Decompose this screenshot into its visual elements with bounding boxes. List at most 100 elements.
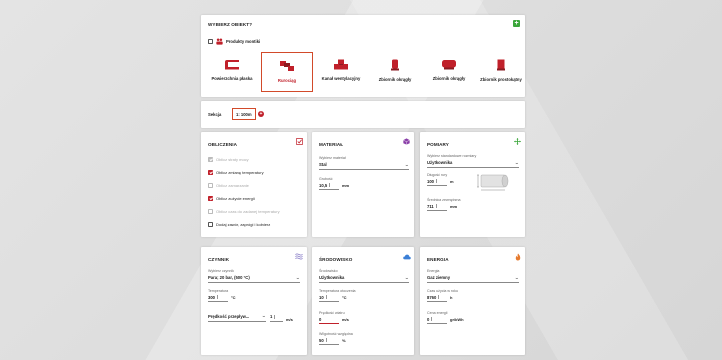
section-tab[interactable]: 1: 100m [232, 108, 256, 120]
add-section-button[interactable]: + [258, 111, 264, 117]
flow-type-value: Prędkość przepływ... [208, 313, 250, 319]
wind-speed-unit: m/s [342, 316, 349, 322]
pipe-length-unit: m [450, 178, 454, 184]
chevron-down-icon: ⌄ [295, 274, 301, 280]
calc-temp-change[interactable]: Oblicz zmianę temperatury [208, 168, 280, 177]
calc-time-to-temp[interactable]: Oblicz czas do zadanej temperatury [208, 207, 280, 216]
pipe-diagram-icon [477, 174, 509, 191]
vent-duct-icon [334, 59, 348, 70]
product-label: Powierzchnia płaska [211, 76, 253, 81]
czynnik-title: CZYNNIK [208, 257, 230, 262]
product-round-tank-horizontal[interactable]: Zbiornik okrągły [423, 59, 475, 81]
chevron-down-icon: ⌄ [514, 274, 520, 280]
chevron-down-icon: ⌄ [514, 159, 520, 165]
calc-label: Oblicz czas do zadanej temperatury [216, 209, 280, 214]
energy-type-select[interactable]: Gaz ziemny ⌄ [427, 274, 520, 283]
std-size-select[interactable]: Użytkownika ⌄ [427, 159, 520, 168]
environment-label: Środowisko [319, 269, 338, 273]
flat-surface-icon [225, 60, 239, 70]
obliczenia-card: OBLICZENIA Oblicz straty mocy Oblicz zmi… [201, 132, 307, 237]
thickness-unit: mm [342, 182, 350, 188]
checklist-icon [296, 138, 303, 145]
calc-label: Oblicz zamarzanie [216, 183, 249, 188]
std-size-label: Wybierz standardowe rozmiary [427, 154, 477, 158]
energia-title: ENERGIA [427, 257, 449, 262]
chevron-down-icon: ⌄ [261, 313, 267, 318]
thickness-input[interactable]: 10,5 [319, 183, 339, 190]
material-type-select[interactable]: Stal ⌄ [319, 161, 410, 170]
outer-diameter-input[interactable]: 711 [427, 204, 447, 211]
checkbox[interactable] [208, 170, 213, 175]
products-group-label: Produkty montiki [226, 39, 261, 44]
outer-diameter-unit: mm [450, 203, 458, 209]
calc-energy-usage[interactable]: Oblicz zużycie energii [208, 194, 280, 203]
wind-speed-input[interactable]: 0 [319, 317, 339, 324]
medium-temp-input[interactable]: 300 [208, 295, 228, 302]
checkbox[interactable] [208, 196, 213, 201]
energy-type-label: Energia [427, 269, 440, 273]
medium-temp-unit: °C [231, 294, 236, 300]
environment-select[interactable]: Użytkownika ⌄ [319, 274, 410, 283]
pipe-length-label: Długość rury [427, 173, 448, 177]
ambient-temp-label: Temperatura otoczenia [319, 289, 356, 293]
people-icon [216, 38, 223, 45]
energy-price-label: Cena energii [427, 311, 448, 315]
product-pipeline[interactable]: Rurociąg [261, 52, 313, 92]
thickness-label: Grubość [319, 177, 333, 181]
usage-time-unit: h [450, 294, 453, 300]
pipeline-icon [280, 61, 294, 71]
object-select-title: WYBIERZ OBIEKT? [208, 22, 253, 27]
medium-temp-label: Temperatura [208, 289, 229, 293]
checkbox[interactable] [208, 157, 213, 162]
chevron-down-icon: ⌄ [404, 161, 410, 167]
products-group-checkbox[interactable] [208, 39, 213, 44]
flow-input[interactable]: 1 [270, 314, 283, 322]
products-group-toggle[interactable]: Produkty montiki [208, 38, 260, 45]
product-label: Zbiornik okrągły [378, 77, 412, 82]
round-tank-horizontal-icon [442, 60, 456, 70]
humidity-unit: % [342, 337, 346, 343]
product-flat-surface[interactable]: Powierzchnia płaska [207, 59, 257, 81]
product-vent-duct[interactable]: Kanał wentylacyjny [315, 59, 367, 81]
pomiary-title: POMIARY [427, 142, 449, 147]
material-card: MATERIAŁ Wybierz materiał Stal ⌄ Grubość … [312, 132, 414, 237]
move-arrows-icon [514, 138, 521, 145]
waves-icon [295, 253, 303, 260]
add-object-button[interactable]: + [513, 20, 520, 27]
calc-freezing[interactable]: Oblicz zamarzanie [208, 181, 280, 190]
product-label: Zbiornik prostokątny [480, 77, 522, 82]
product-round-tank-vertical[interactable]: Zbiornik okrągły [369, 59, 421, 82]
section-tab-label: 1: 100m [236, 111, 252, 117]
medium-type-select[interactable]: Para; 20 bar, (500 °C) ⌄ [208, 274, 301, 283]
checkbox[interactable] [208, 209, 213, 214]
flow-type-select[interactable]: Prędkość przepływ... ⌄ [208, 313, 267, 322]
energy-price-input[interactable]: 0 [427, 317, 447, 324]
flow-unit: m/s [286, 316, 293, 322]
outer-diameter-label: Średnica zewnętrzna [427, 198, 461, 202]
chevron-down-icon: ⌄ [404, 274, 410, 280]
cube-icon [403, 138, 410, 145]
material-title: MATERIAŁ [319, 142, 344, 147]
humidity-label: Wilgotność względna [319, 332, 353, 336]
product-label: Rurociąg [277, 78, 297, 83]
checkbox[interactable] [208, 222, 213, 227]
humidity-input[interactable]: 50 [319, 338, 339, 345]
calc-label: Oblicz zmianę temperatury [216, 170, 264, 175]
std-size-value: Użytkownika [427, 160, 453, 165]
pomiary-card: POMIARY Wybierz standardowe rozmiary Uży… [420, 132, 525, 237]
environment-value: Użytkownika [319, 275, 345, 280]
energia-card: ENERGIA Energia Gaz ziemny ⌄ Czas użycia … [420, 247, 525, 355]
checkbox[interactable] [208, 183, 213, 188]
calc-add-valve[interactable]: Dodaj zawór, zaprógi i kołnierz [208, 220, 280, 229]
usage-time-input[interactable]: 8760 [427, 295, 447, 302]
calc-label: Oblicz zużycie energii [216, 196, 255, 201]
round-tank-vertical-icon [391, 59, 399, 71]
pipe-length-input[interactable]: 100 [427, 179, 447, 186]
calc-power-loss[interactable]: Oblicz straty mocy [208, 155, 280, 164]
ambient-temp-input[interactable]: 10 [319, 295, 339, 302]
obliczenia-title: OBLICZENIA [208, 142, 238, 147]
flame-icon [515, 253, 521, 261]
medium-type-value: Para; 20 bar, (500 °C) [208, 275, 250, 280]
product-rect-tank[interactable]: Zbiornik prostokątny [475, 59, 527, 82]
rect-tank-icon [497, 59, 505, 71]
